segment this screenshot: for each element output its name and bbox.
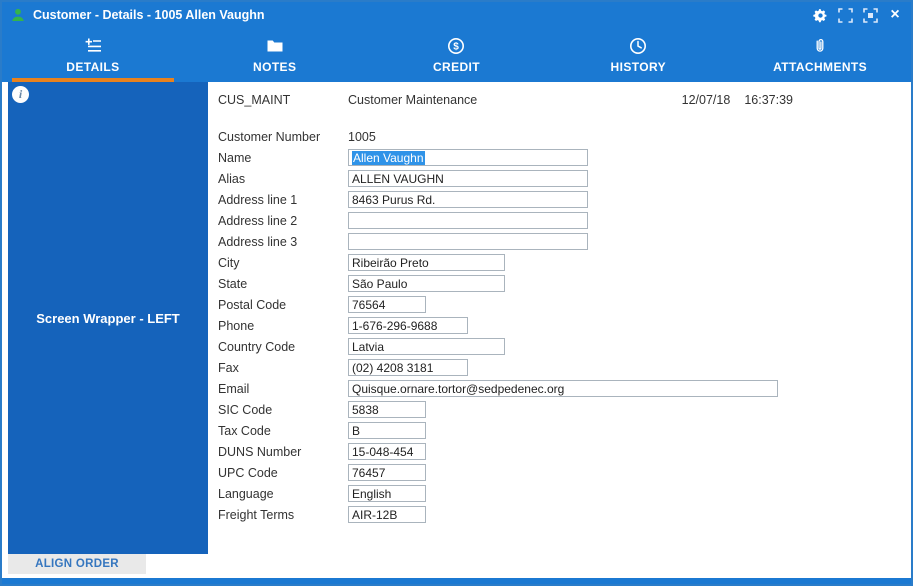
- field-label-tax-code: Tax Code: [218, 423, 271, 438]
- field-label-city: City: [218, 255, 240, 270]
- svg-text:$: $: [454, 41, 460, 52]
- field-row: State: [218, 273, 911, 294]
- field-row: Country Code: [218, 336, 911, 357]
- tab-label: NOTES: [253, 59, 297, 74]
- titlebar-actions: ×: [812, 7, 903, 23]
- field-label-address-line-1: Address line 1: [218, 192, 298, 207]
- field-row: Customer Number 1005: [218, 126, 911, 147]
- field-input-country-code[interactable]: [348, 338, 505, 355]
- field-label-upc-code: UPC Code: [218, 465, 278, 480]
- form-datetime: 12/07/18 16:37:39: [682, 93, 793, 107]
- field-row: Address line 1: [218, 189, 911, 210]
- field-row: Address line 2: [218, 210, 911, 231]
- tab-attachments[interactable]: ATTACHMENTS: [729, 28, 911, 82]
- tab-label: HISTORY: [610, 59, 667, 74]
- form-date: 12/07/18: [681, 93, 731, 107]
- field-input-phone[interactable]: [348, 317, 468, 334]
- bottom-strip: [2, 578, 911, 584]
- form-time: 16:37:39: [744, 93, 793, 107]
- field-label-country-code: Country Code: [218, 339, 296, 354]
- form-fields: Customer Number 1005 Name Allen Vaughn Alias…: [218, 126, 911, 525]
- field-label-phone: Phone: [218, 318, 255, 333]
- fit-to-screen-icon[interactable]: [837, 7, 853, 23]
- folder-icon: [266, 37, 284, 55]
- field-row: Fax: [218, 357, 911, 378]
- field-row: Language: [218, 483, 911, 504]
- field-input-address-line-1[interactable]: [348, 191, 588, 208]
- field-label-freight-terms: Freight Terms: [218, 507, 295, 522]
- paperclip-icon: [811, 37, 829, 55]
- program-name: CUS_MAINT: [218, 93, 291, 107]
- field-input-state[interactable]: [348, 275, 505, 292]
- tab-label: DETAILS: [66, 59, 120, 74]
- field-label-language: Language: [218, 486, 274, 501]
- info-icon[interactable]: i: [12, 86, 29, 103]
- field-input-city[interactable]: [348, 254, 505, 271]
- field-row: Name Allen Vaughn: [218, 147, 911, 168]
- selected-text: Allen Vaughn: [352, 150, 425, 165]
- field-input-upc-code[interactable]: [348, 464, 426, 481]
- tab-bar: DETAILS NOTES $ CREDIT HISTORY ATTACHMENTS: [2, 28, 911, 82]
- content: i Screen Wrapper - LEFT CUS_MAINT Custom…: [2, 82, 911, 554]
- field-label-duns-number: DUNS Number: [218, 444, 302, 459]
- field-input-address-line-3[interactable]: [348, 233, 588, 250]
- field-input-alias[interactable]: [348, 170, 588, 187]
- field-input-name[interactable]: Allen Vaughn: [348, 149, 588, 166]
- field-input-fax[interactable]: [348, 359, 468, 376]
- form-area: CUS_MAINT Customer Maintenance 12/07/18 …: [208, 82, 911, 554]
- field-label-alias: Alias: [218, 171, 246, 186]
- field-input-postal-code[interactable]: [348, 296, 426, 313]
- field-label-sic-code: SIC Code: [218, 402, 273, 417]
- close-icon[interactable]: ×: [887, 7, 903, 23]
- resize-window-icon[interactable]: [862, 7, 878, 23]
- field-row: Email: [218, 378, 911, 399]
- field-row: DUNS Number: [218, 441, 911, 462]
- field-row: Address line 3: [218, 231, 911, 252]
- footer: ALIGN ORDER: [2, 554, 911, 578]
- field-row: Alias: [218, 168, 911, 189]
- tab-history[interactable]: HISTORY: [547, 28, 729, 82]
- field-label-address-line-2: Address line 2: [218, 213, 298, 228]
- screen-wrapper-left-panel: i Screen Wrapper - LEFT: [8, 82, 208, 554]
- field-input-email[interactable]: [348, 380, 778, 397]
- window-title: Customer - Details - 1005 Allen Vaughn: [33, 8, 265, 22]
- field-input-sic-code[interactable]: [348, 401, 426, 418]
- sidebar-label: Screen Wrapper - LEFT: [36, 310, 180, 326]
- field-row: Postal Code: [218, 294, 911, 315]
- field-label-name: Name: [218, 150, 252, 165]
- field-label-postal-code: Postal Code: [218, 297, 287, 312]
- field-label-state: State: [218, 276, 248, 291]
- field-label-address-line-3: Address line 3: [218, 234, 298, 249]
- form-header: CUS_MAINT Customer Maintenance 12/07/18 …: [218, 90, 911, 110]
- tab-details[interactable]: DETAILS: [2, 28, 184, 82]
- settings-gear-icon[interactable]: [812, 7, 828, 23]
- field-value-customer-number: 1005: [348, 129, 376, 144]
- form-title: Customer Maintenance: [348, 93, 478, 107]
- tab-label: ATTACHMENTS: [773, 59, 868, 74]
- field-row: SIC Code: [218, 399, 911, 420]
- details-form-icon: [84, 37, 102, 55]
- field-row: UPC Code: [218, 462, 911, 483]
- field-label-fax: Fax: [218, 360, 239, 375]
- clock-icon: [629, 37, 647, 55]
- field-label-customer-number: Customer Number: [218, 129, 321, 144]
- field-input-tax-code[interactable]: [348, 422, 426, 439]
- customer-person-icon: [10, 7, 26, 23]
- tab-label: CREDIT: [432, 59, 481, 74]
- field-input-freight-terms[interactable]: [348, 506, 426, 523]
- dollar-circle-icon: $: [447, 37, 465, 55]
- field-row: Tax Code: [218, 420, 911, 441]
- field-row: Phone: [218, 315, 911, 336]
- align-order-button[interactable]: ALIGN ORDER: [8, 554, 146, 574]
- tab-notes[interactable]: NOTES: [184, 28, 366, 82]
- customer-window: Customer - Details - 1005 Allen Vaughn ×…: [0, 0, 913, 586]
- tab-credit[interactable]: $ CREDIT: [366, 28, 548, 82]
- field-input-address-line-2[interactable]: [348, 212, 588, 229]
- field-row: Freight Terms: [218, 504, 911, 525]
- field-input-duns-number[interactable]: [348, 443, 426, 460]
- field-input-language[interactable]: [348, 485, 426, 502]
- field-row: City: [218, 252, 911, 273]
- field-label-email: Email: [218, 381, 250, 396]
- titlebar: Customer - Details - 1005 Allen Vaughn ×: [2, 2, 911, 28]
